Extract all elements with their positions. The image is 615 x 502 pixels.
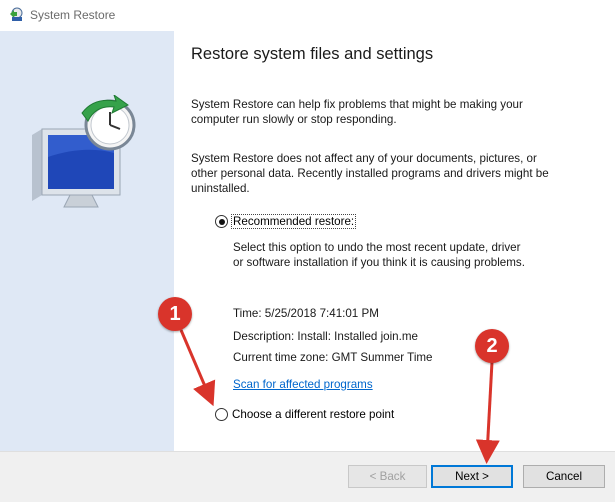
intro-line: computer run slowly or stop responding. [191,113,397,126]
page-heading: Restore system files and settings [191,45,434,63]
different-label: Choose a different restore point [232,408,395,421]
left-banner [0,31,174,451]
different-radio[interactable] [215,408,228,421]
scan-affected-programs-link[interactable]: Scan for affected programs [233,378,373,391]
info-line: uninstalled. [191,182,250,195]
recommended-restore-option[interactable]: Recommended restore: [215,214,357,229]
step-2-badge: 2 [475,329,509,363]
recommended-description: Select this option to undo the most rece… [233,240,593,270]
recommended-label: Recommended restore: [230,214,357,229]
restore-timezone: Current time zone: GMT Summer Time [233,351,433,364]
monitor-clock-icon [32,95,136,208]
title-bar: System Restore [0,0,615,30]
info-line: System Restore does not affect any of yo… [191,152,537,165]
restore-time: Time: 5/25/2018 7:41:01 PM [233,307,379,320]
system-restore-icon [10,7,23,21]
info-text: System Restore does not affect any of yo… [191,151,581,196]
cancel-button[interactable]: Cancel [523,465,605,488]
recommended-desc-line: Select this option to undo the most rece… [233,241,521,254]
recommended-radio[interactable] [215,215,228,228]
window-title: System Restore [30,8,116,22]
restore-description: Description: Install: Installed join.me [233,330,418,343]
intro-text: System Restore can help fix problems tha… [191,97,581,127]
step-1-badge: 1 [158,297,192,331]
info-line: other personal data. Recently installed … [191,167,549,180]
next-button[interactable]: Next > [431,465,513,488]
different-restore-option[interactable]: Choose a different restore point [215,408,394,421]
back-button[interactable]: < Back [348,465,427,488]
intro-line: System Restore can help fix problems tha… [191,98,523,111]
recommended-desc-line: or software installation if you think it… [233,256,525,269]
